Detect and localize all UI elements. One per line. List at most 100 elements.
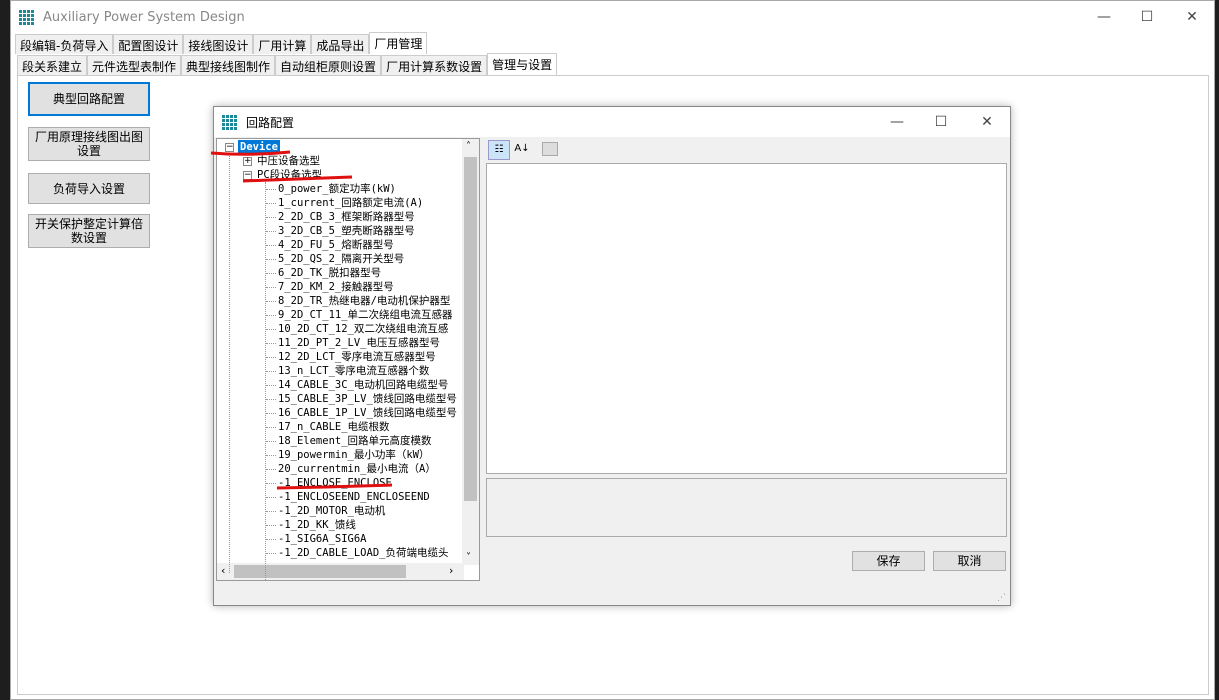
tree-line bbox=[266, 329, 276, 330]
main-tab[interactable]: 配置图设计 bbox=[113, 34, 184, 54]
sub-tabs: 段关系建立 元件选型表制作 典型接线图制作 自动组柜原则设置 厂用计算系数设置 管理与设置 bbox=[17, 53, 558, 75]
circuit-config-dialog: 回路配置 — ☐ ✕ -1_2D_CABLE_LOAD_负荷端电缆头 -1_SIG… bbox=[213, 106, 1011, 606]
tree-line bbox=[266, 511, 276, 512]
tree-leaf[interactable]: 11_2D_PT_2_LV_电压互感器型号 bbox=[278, 336, 440, 350]
tree-leaf[interactable]: 16_CABLE_1P_LV_馈线回路电缆型号 bbox=[278, 406, 457, 420]
schematic-output-settings-button[interactable]: 厂用原理接线图出图设置 bbox=[28, 127, 150, 161]
tree-leaf[interactable]: -1_SIG6A_SIG6A bbox=[278, 532, 367, 546]
tree-leaf[interactable]: 15_CABLE_3P_LV_馈线回路电缆型号 bbox=[278, 392, 457, 406]
save-button[interactable]: 保存 bbox=[852, 551, 925, 571]
cancel-button[interactable]: 取消 bbox=[933, 551, 1006, 571]
sub-tab[interactable]: 自动组柜原则设置 bbox=[275, 55, 382, 75]
tree-leaf[interactable]: -1_2D_KK_馈线 bbox=[278, 518, 356, 532]
categorized-view-icon[interactable]: ☷ bbox=[488, 140, 510, 160]
tree-line bbox=[266, 217, 276, 218]
main-tab[interactable]: 厂用计算 bbox=[253, 34, 312, 54]
tree-line bbox=[265, 182, 266, 580]
tree-line bbox=[266, 497, 276, 498]
tree-line bbox=[266, 315, 276, 316]
tree-line bbox=[266, 413, 276, 414]
tree-leaf[interactable]: 18_Element_回路单元高度模数 bbox=[278, 434, 432, 448]
tree-leaf[interactable]: 20_currentmin_最小电流（A） bbox=[278, 462, 436, 476]
tree-line bbox=[266, 399, 276, 400]
tree-node[interactable]: PC段设备选型 bbox=[257, 168, 322, 182]
scroll-up-icon[interactable]: ˄ bbox=[466, 141, 471, 152]
alphabetical-sort-icon[interactable]: A↓ bbox=[512, 140, 532, 160]
tree-leaf[interactable]: -1_2D_MOTOR_电动机 bbox=[278, 504, 385, 518]
dialog-maximize-button[interactable]: ☐ bbox=[918, 107, 964, 137]
tree-leaf[interactable]: 3_2D_CB_5_塑壳断路器型号 bbox=[278, 224, 415, 238]
scroll-thumb[interactable] bbox=[464, 157, 477, 501]
tree-leaf[interactable]: 17_n_CABLE_电缆根数 bbox=[278, 420, 390, 434]
tree-line bbox=[266, 385, 276, 386]
property-grid[interactable] bbox=[486, 163, 1007, 474]
expand-icon[interactable]: + bbox=[243, 157, 252, 166]
main-tab[interactable]: 厂用管理 bbox=[369, 32, 428, 54]
tree-leaf[interactable]: 19_powermin_最小功率（kW） bbox=[278, 448, 430, 462]
tree-line bbox=[266, 287, 276, 288]
minimize-button[interactable]: — bbox=[1081, 1, 1127, 33]
main-tab[interactable]: 接线图设计 bbox=[183, 34, 254, 54]
protection-multiplier-settings-button[interactable]: 开关保护整定计算倍数设置 bbox=[28, 214, 150, 248]
sub-tab[interactable]: 厂用计算系数设置 bbox=[381, 55, 488, 75]
property-pages-icon[interactable] bbox=[542, 142, 558, 156]
tree-leaf[interactable]: -1_2D_CABLE_LOAD_负荷端电缆头 bbox=[278, 546, 448, 560]
tree-line bbox=[266, 427, 276, 428]
close-button[interactable]: ✕ bbox=[1169, 1, 1215, 33]
tree-leaf[interactable]: 1_current_回路额定电流(A) bbox=[278, 196, 423, 210]
device-tree[interactable]: -1_2D_CABLE_LOAD_负荷端电缆头 -1_SIG6A_SIG6A -1_… bbox=[216, 138, 480, 581]
typical-circuit-config-button[interactable]: 典型回路配置 bbox=[28, 82, 150, 116]
tree-leaf[interactable]: 0_power_额定功率(kW) bbox=[278, 182, 396, 196]
collapse-icon[interactable]: − bbox=[225, 143, 234, 152]
tree-leaf[interactable]: -1_ENCLOSEEND_ENCLOSEEND bbox=[278, 490, 430, 504]
maximize-button[interactable]: ☐ bbox=[1124, 1, 1170, 33]
hscroll-thumb[interactable] bbox=[234, 565, 406, 578]
tree-leaf[interactable]: 4_2D_FU_5_熔断器型号 bbox=[278, 238, 394, 252]
tree-leaf[interactable]: 9_2D_CT_11_单二次绕组电流互感器 bbox=[278, 308, 453, 322]
sub-tab[interactable]: 元件选型表制作 bbox=[87, 55, 182, 75]
tree-leaf[interactable]: 12_2D_LCT_零序电流互感器型号 bbox=[278, 350, 436, 364]
tree-line bbox=[266, 441, 276, 442]
dialog-minimize-button[interactable]: — bbox=[874, 107, 920, 137]
main-tabs: 段编辑-负荷导入 配置图设计 接线图设计 厂用计算 成品导出 厂用管理 bbox=[15, 32, 428, 54]
property-description bbox=[486, 478, 1007, 537]
scroll-down-icon[interactable]: ˅ bbox=[466, 552, 471, 563]
tree-line bbox=[266, 469, 276, 470]
sub-tab[interactable]: 段关系建立 bbox=[17, 55, 88, 75]
collapse-icon[interactable]: − bbox=[243, 171, 252, 180]
tree-line bbox=[266, 273, 276, 274]
load-import-settings-button[interactable]: 负荷导入设置 bbox=[28, 173, 150, 204]
tree-line bbox=[266, 539, 276, 540]
tree-leaf[interactable]: -1_ENCLOSE_ENCLOSE bbox=[278, 476, 392, 490]
tree-leaf[interactable]: 6_2D_TK_脱扣器型号 bbox=[278, 266, 381, 280]
tree-line bbox=[229, 153, 230, 573]
tree-leaf[interactable]: 13_n_LCT_零序电流互感器个数 bbox=[278, 364, 429, 378]
tree-horizontal-scrollbar[interactable]: ‹ › bbox=[217, 563, 464, 580]
tree-leaf[interactable]: 2_2D_CB_3_框架断路器型号 bbox=[278, 210, 415, 224]
tree-leaf[interactable]: 7_2D_KM_2_接触器型号 bbox=[278, 280, 394, 294]
app-icon bbox=[19, 9, 35, 25]
main-tab[interactable]: 段编辑-负荷导入 bbox=[15, 34, 114, 54]
title-bar: Auxiliary Power System Design bbox=[11, 1, 1214, 33]
scroll-left-icon[interactable]: ‹ bbox=[221, 564, 225, 577]
tree-line bbox=[266, 553, 276, 554]
tree-line bbox=[266, 455, 276, 456]
tree-leaf[interactable]: 5_2D_QS_2_隔离开关型号 bbox=[278, 252, 404, 266]
tree-line bbox=[266, 259, 276, 260]
dialog-close-button[interactable]: ✕ bbox=[964, 107, 1010, 137]
tree-node[interactable]: 中压设备选型 bbox=[257, 154, 320, 168]
tree-line bbox=[266, 203, 276, 204]
tree-vertical-scrollbar[interactable]: ˄ ˅ bbox=[462, 139, 479, 565]
tree-node-root[interactable]: Device bbox=[238, 140, 280, 154]
dialog-icon bbox=[222, 114, 238, 130]
tree-line bbox=[266, 231, 276, 232]
resize-grip-icon[interactable]: ⋰ bbox=[997, 593, 1006, 603]
scroll-right-icon[interactable]: › bbox=[449, 564, 453, 577]
main-tab[interactable]: 成品导出 bbox=[311, 34, 370, 54]
tree-line bbox=[266, 189, 276, 190]
tree-leaf[interactable]: 14_CABLE_3C_电动机回路电缆型号 bbox=[278, 378, 448, 392]
sub-tab[interactable]: 典型接线图制作 bbox=[181, 55, 276, 75]
sub-tab[interactable]: 管理与设置 bbox=[487, 53, 558, 75]
tree-leaf[interactable]: 8_2D_TR_热继电器/电动机保护器型 bbox=[278, 294, 450, 308]
tree-leaf[interactable]: 10_2D_CT_12_双二次绕组电流互感 bbox=[278, 322, 448, 336]
